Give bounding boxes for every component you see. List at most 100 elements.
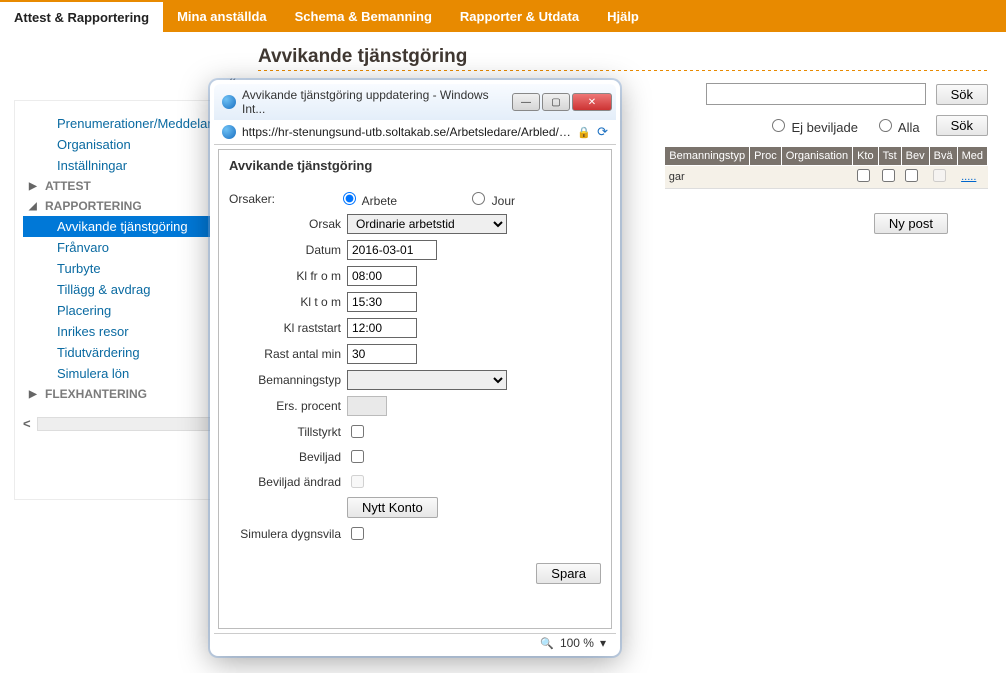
- zoom-value: 100 %: [560, 636, 594, 650]
- search-input[interactable]: [706, 83, 926, 105]
- sidebar-section-flex[interactable]: ▶FLEXHANTERING: [23, 384, 227, 404]
- tab-attest-rapportering[interactable]: Attest & Rapportering: [0, 0, 163, 32]
- sidebar-link-installningar[interactable]: Inställningar: [23, 155, 227, 176]
- med-link[interactable]: .....: [961, 171, 976, 183]
- zoom-icon[interactable]: [540, 636, 554, 650]
- col-bev[interactable]: Bev: [901, 147, 929, 166]
- tab-hjalp[interactable]: Hjälp: [593, 0, 653, 32]
- sidebar-container: « Prenumerationer/Meddelan Organisation …: [0, 32, 240, 508]
- datum-input[interactable]: [347, 240, 437, 260]
- sidebar-section-label: FLEXHANTERING: [45, 387, 147, 401]
- bemtyp-label: Bemanningstyp: [229, 373, 341, 387]
- col-bva[interactable]: Bvä: [929, 147, 957, 166]
- simdygn-label: Simulera dygnsvila: [229, 527, 341, 541]
- bemtyp-select[interactable]: [347, 370, 507, 390]
- scroll-track[interactable]: [37, 417, 214, 431]
- tillstyrkt-checkbox[interactable]: [351, 425, 364, 438]
- col-tst[interactable]: Tst: [878, 147, 901, 166]
- cell-organisation: [781, 166, 852, 189]
- klfrom-input[interactable]: [347, 266, 417, 286]
- sidebar-item-franvaro[interactable]: Frånvaro: [23, 237, 227, 258]
- ny-post-button[interactable]: Ny post: [874, 213, 948, 234]
- filter-ej-beviljade[interactable]: Ej beviljade: [767, 116, 858, 135]
- radio-arbete[interactable]: [343, 192, 356, 205]
- orsak-label: Orsak: [229, 217, 341, 231]
- col-proc[interactable]: Proc: [750, 147, 782, 166]
- sidebar-item-turbyte[interactable]: Turbyte: [23, 258, 227, 279]
- radio-alla[interactable]: [879, 119, 892, 132]
- radio-ej-beviljade[interactable]: [772, 119, 785, 132]
- sidebar-scroll: < >: [23, 416, 227, 431]
- radio-arbete-wrap[interactable]: Arbete: [285, 189, 397, 208]
- modal-url[interactable]: https://hr-stenungsund-utb.soltakab.se/A…: [242, 125, 571, 139]
- modal-titlebar[interactable]: Avvikande tjänstgöring uppdatering - Win…: [214, 84, 616, 120]
- top-nav: Attest & Rapportering Mina anställda Sch…: [0, 0, 1006, 32]
- modal-dialog: Avvikande tjänstgöring uppdatering - Win…: [210, 80, 620, 656]
- col-bemanningstyp[interactable]: Bemanningstyp: [665, 147, 750, 166]
- chevron-down-icon: ◢: [29, 201, 37, 212]
- col-kto[interactable]: Kto: [853, 147, 879, 166]
- sidebar-item-simulera[interactable]: Simulera lön: [23, 363, 227, 384]
- kto-checkbox[interactable]: [857, 169, 870, 182]
- col-organisation[interactable]: Organisation: [781, 147, 852, 166]
- cell-kto: [853, 166, 879, 189]
- sidebar-item-placering[interactable]: Placering: [23, 300, 227, 321]
- tst-checkbox[interactable]: [882, 169, 895, 182]
- radio-jour[interactable]: [472, 192, 485, 205]
- sidebar-item-tidutvardering[interactable]: Tidutvärdering: [23, 342, 227, 363]
- tab-rapporter-utdata[interactable]: Rapporter & Utdata: [446, 0, 593, 32]
- ie-icon: [222, 95, 236, 109]
- sidebar-section-attest[interactable]: ▶ATTEST: [23, 176, 227, 196]
- sidebar-item-avvikande[interactable]: Avvikande tjänstgöring: [23, 216, 227, 237]
- cell-med: .....: [957, 166, 987, 189]
- main-content: Avvikande tjänstgöring Sök Ej beviljade …: [240, 32, 1006, 508]
- tab-schema-bemanning[interactable]: Schema & Bemanning: [281, 0, 446, 32]
- rastmin-input[interactable]: [347, 344, 417, 364]
- col-med[interactable]: Med: [957, 147, 987, 166]
- radio-jour-wrap[interactable]: Jour: [403, 189, 515, 208]
- ersproc-input: [347, 396, 387, 416]
- nytt-konto-button[interactable]: Nytt Konto: [347, 497, 438, 518]
- radio-arbete-label: Arbete: [362, 194, 397, 208]
- sidebar-item-inrikes[interactable]: Inrikes resor: [23, 321, 227, 342]
- datum-label: Datum: [229, 243, 341, 257]
- spara-button[interactable]: Spara: [536, 563, 601, 584]
- close-button[interactable]: ✕: [572, 93, 612, 111]
- raststart-input[interactable]: [347, 318, 417, 338]
- orsak-select[interactable]: Ordinarie arbetstid: [347, 214, 507, 234]
- sidebar-section-rapportering[interactable]: ◢RAPPORTERING: [23, 196, 227, 216]
- simdygn-checkbox[interactable]: [351, 527, 364, 540]
- modal-statusbar: 100 % ▾: [214, 633, 616, 652]
- scroll-left-icon[interactable]: <: [23, 416, 31, 431]
- filter-alla[interactable]: Alla: [874, 116, 920, 135]
- klfrom-label: Kl fr o m: [229, 269, 341, 283]
- bevandrad-checkbox: [351, 475, 364, 488]
- zoom-dropdown-icon[interactable]: ▾: [600, 636, 606, 650]
- filter-label: Alla: [898, 120, 920, 135]
- cell-bev: [901, 166, 929, 189]
- cell-bemanningstyp: gar: [665, 166, 750, 189]
- filter-label: Ej beviljade: [792, 120, 859, 135]
- sidebar-link-organisation[interactable]: Organisation: [23, 134, 227, 155]
- maximize-button[interactable]: ▢: [542, 93, 570, 111]
- modal-addressbar: https://hr-stenungsund-utb.soltakab.se/A…: [214, 120, 616, 145]
- orsaker-label: Orsaker:: [229, 192, 279, 206]
- sidebar: Prenumerationer/Meddelan Organisation In…: [14, 100, 236, 500]
- table-row[interactable]: gar .....: [665, 166, 988, 189]
- refresh-icon[interactable]: [597, 124, 608, 140]
- lock-icon: [577, 125, 591, 139]
- kltom-input[interactable]: [347, 292, 417, 312]
- filter-sok-button[interactable]: Sök: [936, 115, 988, 136]
- tab-mina-anstallda[interactable]: Mina anställda: [163, 0, 281, 32]
- ersproc-label: Ers. procent: [229, 399, 341, 413]
- sidebar-link-prenumerationer[interactable]: Prenumerationer/Meddelan: [23, 113, 227, 134]
- bev-checkbox[interactable]: [905, 169, 918, 182]
- tillstyrkt-label: Tillstyrkt: [229, 425, 341, 439]
- beviljad-checkbox[interactable]: [351, 450, 364, 463]
- beviljad-label: Beviljad: [229, 450, 341, 464]
- sidebar-item-tillagg[interactable]: Tillägg & avdrag: [23, 279, 227, 300]
- chevron-right-icon: ▶: [29, 181, 37, 192]
- ie-icon: [222, 125, 236, 139]
- minimize-button[interactable]: —: [512, 93, 540, 111]
- search-button[interactable]: Sök: [936, 84, 988, 105]
